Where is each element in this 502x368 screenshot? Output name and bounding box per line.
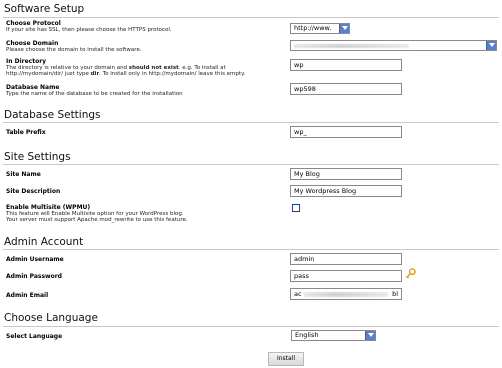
language-label: Select Language <box>6 333 63 340</box>
directory-label: In Directory <box>6 58 47 65</box>
language-select-value: English <box>295 331 319 339</box>
chevron-down-icon <box>365 331 375 340</box>
admin-email-label: Admin Email <box>6 292 49 299</box>
table-prefix-label: Table Prefix <box>6 129 46 136</box>
section-divider <box>3 122 499 123</box>
admin-password-input[interactable]: pass <box>290 270 402 282</box>
install-form: Software Setup Choose Protocol If your s… <box>0 0 502 368</box>
site-name-input[interactable]: My Blog <box>290 168 402 180</box>
multisite-desc-line2: Your server must support Apache mod_rewr… <box>6 217 188 223</box>
database-name-label: Database Name <box>6 84 60 91</box>
section-title-admin-account: Admin Account <box>4 236 84 248</box>
section-title-choose-language: Choose Language <box>4 312 98 324</box>
directory-desc-line2: http://mydomain/dir/ just type dir. To i… <box>6 71 246 77</box>
directory-input[interactable]: wp <box>290 59 402 71</box>
section-divider <box>3 326 499 327</box>
domain-desc: Please choose the domain to install the … <box>6 47 142 53</box>
section-title-software-setup: Software Setup <box>4 3 85 15</box>
domain-select[interactable] <box>290 40 497 51</box>
domain-label: Choose Domain <box>6 40 59 47</box>
admin-email-value-end: bl <box>392 290 398 298</box>
site-description-label: Site Description <box>6 188 61 195</box>
section-divider <box>3 17 499 18</box>
admin-username-label: Admin Username <box>6 256 64 263</box>
key-icon[interactable] <box>405 268 416 279</box>
site-description-input[interactable]: My Wordpress Blog <box>290 185 402 197</box>
multisite-checkbox[interactable] <box>292 204 300 212</box>
section-divider <box>3 164 499 165</box>
admin-username-input[interactable]: admin <box>290 253 402 265</box>
admin-password-label: Admin Password <box>6 273 62 280</box>
admin-email-value-start: ac <box>294 290 302 298</box>
protocol-label: Choose Protocol <box>6 20 61 27</box>
multisite-label: Enable Multisite (WPMU) <box>6 204 91 211</box>
domain-redacted <box>294 44 409 48</box>
admin-email-input[interactable]: ac bl <box>290 288 402 300</box>
section-title-site-settings: Site Settings <box>4 151 71 163</box>
table-prefix-input[interactable]: wp_ <box>290 126 402 138</box>
site-name-label: Site Name <box>6 171 41 178</box>
admin-email-redacted <box>304 292 388 297</box>
section-divider <box>3 249 499 250</box>
protocol-select-value: http://www. <box>294 24 332 32</box>
protocol-select[interactable]: http://www. <box>290 23 350 34</box>
install-button[interactable]: Install <box>268 352 304 366</box>
database-name-desc: Type the name of the database to be crea… <box>6 91 183 97</box>
protocol-desc: If your site has SSL, then please choose… <box>6 27 172 33</box>
chevron-down-icon <box>339 24 349 33</box>
database-name-input[interactable]: wp598 <box>290 83 402 95</box>
section-title-database-settings: Database Settings <box>4 109 101 121</box>
language-select[interactable]: English <box>291 330 376 341</box>
chevron-down-icon <box>486 41 496 50</box>
